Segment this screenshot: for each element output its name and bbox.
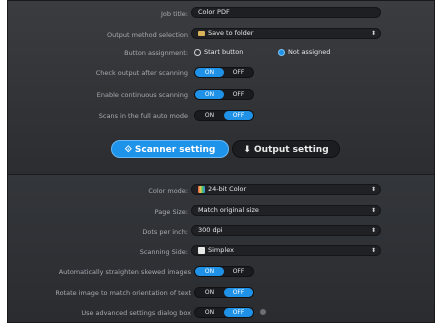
start-button-radio[interactable]: Start button: [194, 47, 243, 57]
dropdown-arrow-icon: ⬍: [370, 247, 376, 254]
toggle-on[interactable]: ON: [195, 288, 224, 297]
tab-scanner-setting[interactable]: ⟐ Scanner setting: [111, 140, 229, 158]
scanner-tab-icon: ⟐: [124, 145, 135, 155]
continuous-scanning-label: Enable continuous scanning: [96, 91, 188, 99]
radio-selected-icon: [278, 48, 285, 56]
check-output-label: Check output after scanning: [95, 69, 188, 77]
radio-unselected-icon: [194, 48, 201, 56]
toggle-on[interactable]: ON: [195, 90, 224, 99]
button-assignment-label: Button assignment:: [124, 49, 188, 57]
rotate-label: Rotate image to match orientation of tex…: [55, 289, 191, 297]
toggle-on[interactable]: ON: [195, 267, 224, 276]
not-assigned-label: Not assigned: [288, 48, 331, 56]
straighten-toggle[interactable]: ON OFF: [194, 266, 254, 277]
toggle-off[interactable]: OFF: [224, 288, 253, 297]
color-mode-label: Color mode:: [148, 187, 188, 195]
dpi-label: Dots per inch:: [142, 228, 188, 236]
toggle-off[interactable]: OFF: [224, 111, 253, 120]
output-method-label: Output method selection: [106, 31, 188, 39]
download-arrow-icon: ⬇: [243, 145, 255, 155]
color-icon: [198, 185, 205, 193]
straighten-label: Automatically straighten skewed images: [58, 268, 191, 276]
continuous-scanning-toggle[interactable]: ON OFF: [194, 89, 254, 100]
full-auto-label: Scans in the full auto mode: [98, 112, 188, 120]
page-size-select[interactable]: Match original size ⬍: [191, 205, 381, 216]
dpi-value: 300 dpi: [198, 226, 223, 234]
output-method-select[interactable]: Save to folder ⬍: [191, 28, 381, 39]
page-icon: [198, 246, 205, 254]
dropdown-arrow-icon: ⬍: [370, 207, 376, 214]
advanced-toggle[interactable]: ON OFF: [194, 307, 254, 318]
tab-scanner-label: Scanner setting: [134, 145, 216, 155]
toggle-off[interactable]: OFF: [224, 267, 253, 276]
page-size-label: Page Size:: [154, 208, 188, 216]
page-size-value: Match original size: [198, 206, 259, 214]
rotate-toggle[interactable]: ON OFF: [194, 287, 254, 298]
toggle-on[interactable]: ON: [195, 308, 224, 317]
color-mode-value: 24-bit Color: [208, 185, 247, 193]
folder-icon: [198, 30, 205, 36]
settings-window: Job title: Color PDF Output method selec…: [0, 0, 441, 330]
dropdown-arrow-icon: ⬍: [370, 186, 376, 193]
advanced-label: Use advanced settings dialog box: [81, 309, 191, 317]
output-method-value: Save to folder: [208, 29, 254, 37]
toggle-on[interactable]: ON: [195, 111, 224, 120]
not-assigned-radio[interactable]: Not assigned: [278, 47, 330, 57]
dropdown-arrow-icon: ⬍: [370, 227, 376, 234]
toggle-on[interactable]: ON: [195, 68, 224, 77]
job-title-label: Job title:: [161, 10, 188, 18]
tab-output-label: Output setting: [254, 145, 329, 155]
start-button-label: Start button: [204, 48, 244, 56]
dpi-select[interactable]: 300 dpi ⬍: [191, 225, 381, 236]
scanning-side-select[interactable]: Simplex ⬍: [191, 245, 381, 256]
scanning-side-value: Simplex: [208, 246, 234, 254]
color-mode-select[interactable]: 24-bit Color ⬍: [191, 184, 381, 195]
check-output-toggle[interactable]: ON OFF: [194, 67, 254, 78]
toggle-off[interactable]: OFF: [224, 68, 253, 77]
job-title-input[interactable]: Color PDF: [191, 7, 381, 18]
tab-output-setting[interactable]: ⬇ Output setting: [232, 140, 340, 158]
toggle-off[interactable]: OFF: [224, 90, 253, 99]
dropdown-arrow-icon: ⬍: [370, 30, 376, 37]
full-auto-toggle[interactable]: ON OFF: [194, 110, 254, 121]
settings-panel: Job title: Color PDF Output method selec…: [7, 0, 435, 323]
section-divider: [8, 174, 434, 175]
toggle-off[interactable]: OFF: [224, 308, 253, 317]
scanning-side-label: Scanning Side:: [139, 248, 188, 256]
settings-gear-icon[interactable]: [260, 309, 266, 315]
